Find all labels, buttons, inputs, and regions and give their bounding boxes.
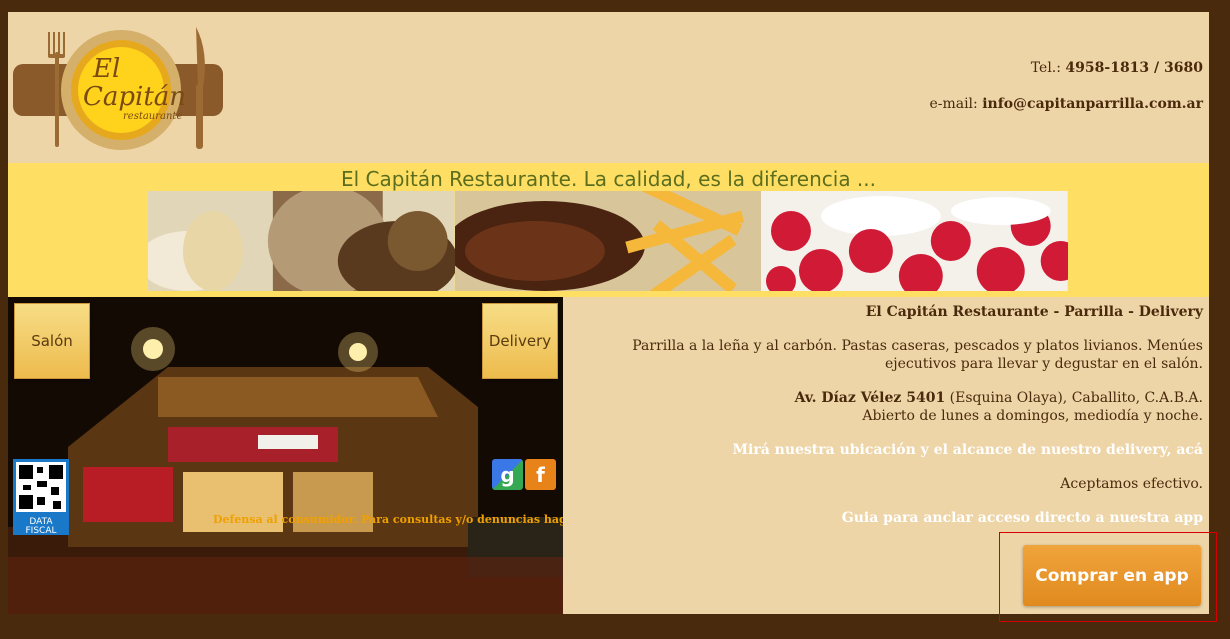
restaurant-night-photo — [8, 297, 563, 614]
salon-button[interactable]: Salón — [14, 303, 90, 379]
location-link[interactable]: Mirá nuestra ubicación y el alcance de n… — [733, 441, 1204, 459]
facebook-icon[interactable]: f — [525, 459, 556, 490]
strawberries-cream-photo — [761, 191, 1069, 291]
social-links: g f — [492, 459, 556, 490]
fish-rice-photo — [148, 191, 455, 291]
data-fiscal-qr-icon[interactable]: DATA FISCAL — [13, 459, 69, 535]
restaurant-logo[interactable]: El Capitán restaurante — [13, 22, 223, 157]
delivery-button[interactable]: Delivery — [482, 303, 558, 379]
banner: El Capitán Restaurante. La calidad, es l… — [8, 163, 1209, 297]
restaurant-photo-panel: Salón Delivery DATA FISCAL g f Defensa a… — [8, 297, 563, 614]
opening-hours: Abierto de lunes a domingos, mediodía y … — [862, 408, 1203, 424]
email-address[interactable]: info@capitanparrilla.com.ar — [982, 96, 1203, 112]
email-label: e-mail: — [929, 96, 978, 112]
food-photo-strip — [148, 191, 1069, 291]
svg-text:FISCAL: FISCAL — [26, 526, 57, 535]
svg-text:restaurante: restaurante — [123, 111, 182, 122]
steak-fries-photo — [454, 191, 762, 291]
header: El Capitán restaurante Tel.: 4958-1813 /… — [8, 12, 1209, 163]
contact-info: Tel.: 4958-1813 / 3680 e-mail: info@capi… — [929, 60, 1203, 132]
svg-text:Capitán: Capitán — [83, 82, 186, 112]
highlight-box — [999, 532, 1217, 622]
consumer-defense-link[interactable]: Defensa al consumidor. Para consultas y/… — [213, 513, 563, 526]
phone-line: Tel.: 4958-1813 / 3680 — [929, 60, 1203, 76]
address-line: Av. Díaz Vélez 5401 (Esquina Olaya), Cab… — [795, 389, 1203, 407]
info-description: Parrilla a la leña y al carbón. Pastas c… — [632, 338, 1203, 372]
svg-text:El: El — [92, 54, 120, 84]
payment-info: Aceptamos efectivo. — [1060, 476, 1203, 492]
google-icon[interactable]: g — [492, 459, 523, 490]
slogan: El Capitán Restaurante. La calidad, es l… — [341, 167, 876, 191]
email-line: e-mail: info@capitanparrilla.com.ar — [929, 96, 1203, 112]
phone-label: Tel.: — [1030, 60, 1061, 76]
page: El Capitán restaurante Tel.: 4958-1813 /… — [8, 12, 1209, 614]
phone-number: 4958-1813 / 3680 — [1065, 60, 1203, 76]
info-title: El Capitán Restaurante - Parrilla - Deli… — [865, 304, 1203, 320]
address-detail: (Esquina Olaya), Caballito, C.A.B.A. — [945, 390, 1203, 406]
address-street: Av. Díaz Vélez 5401 — [794, 390, 946, 406]
app-guide-link[interactable]: Guia para anclar acceso directo a nuestr… — [842, 509, 1203, 527]
